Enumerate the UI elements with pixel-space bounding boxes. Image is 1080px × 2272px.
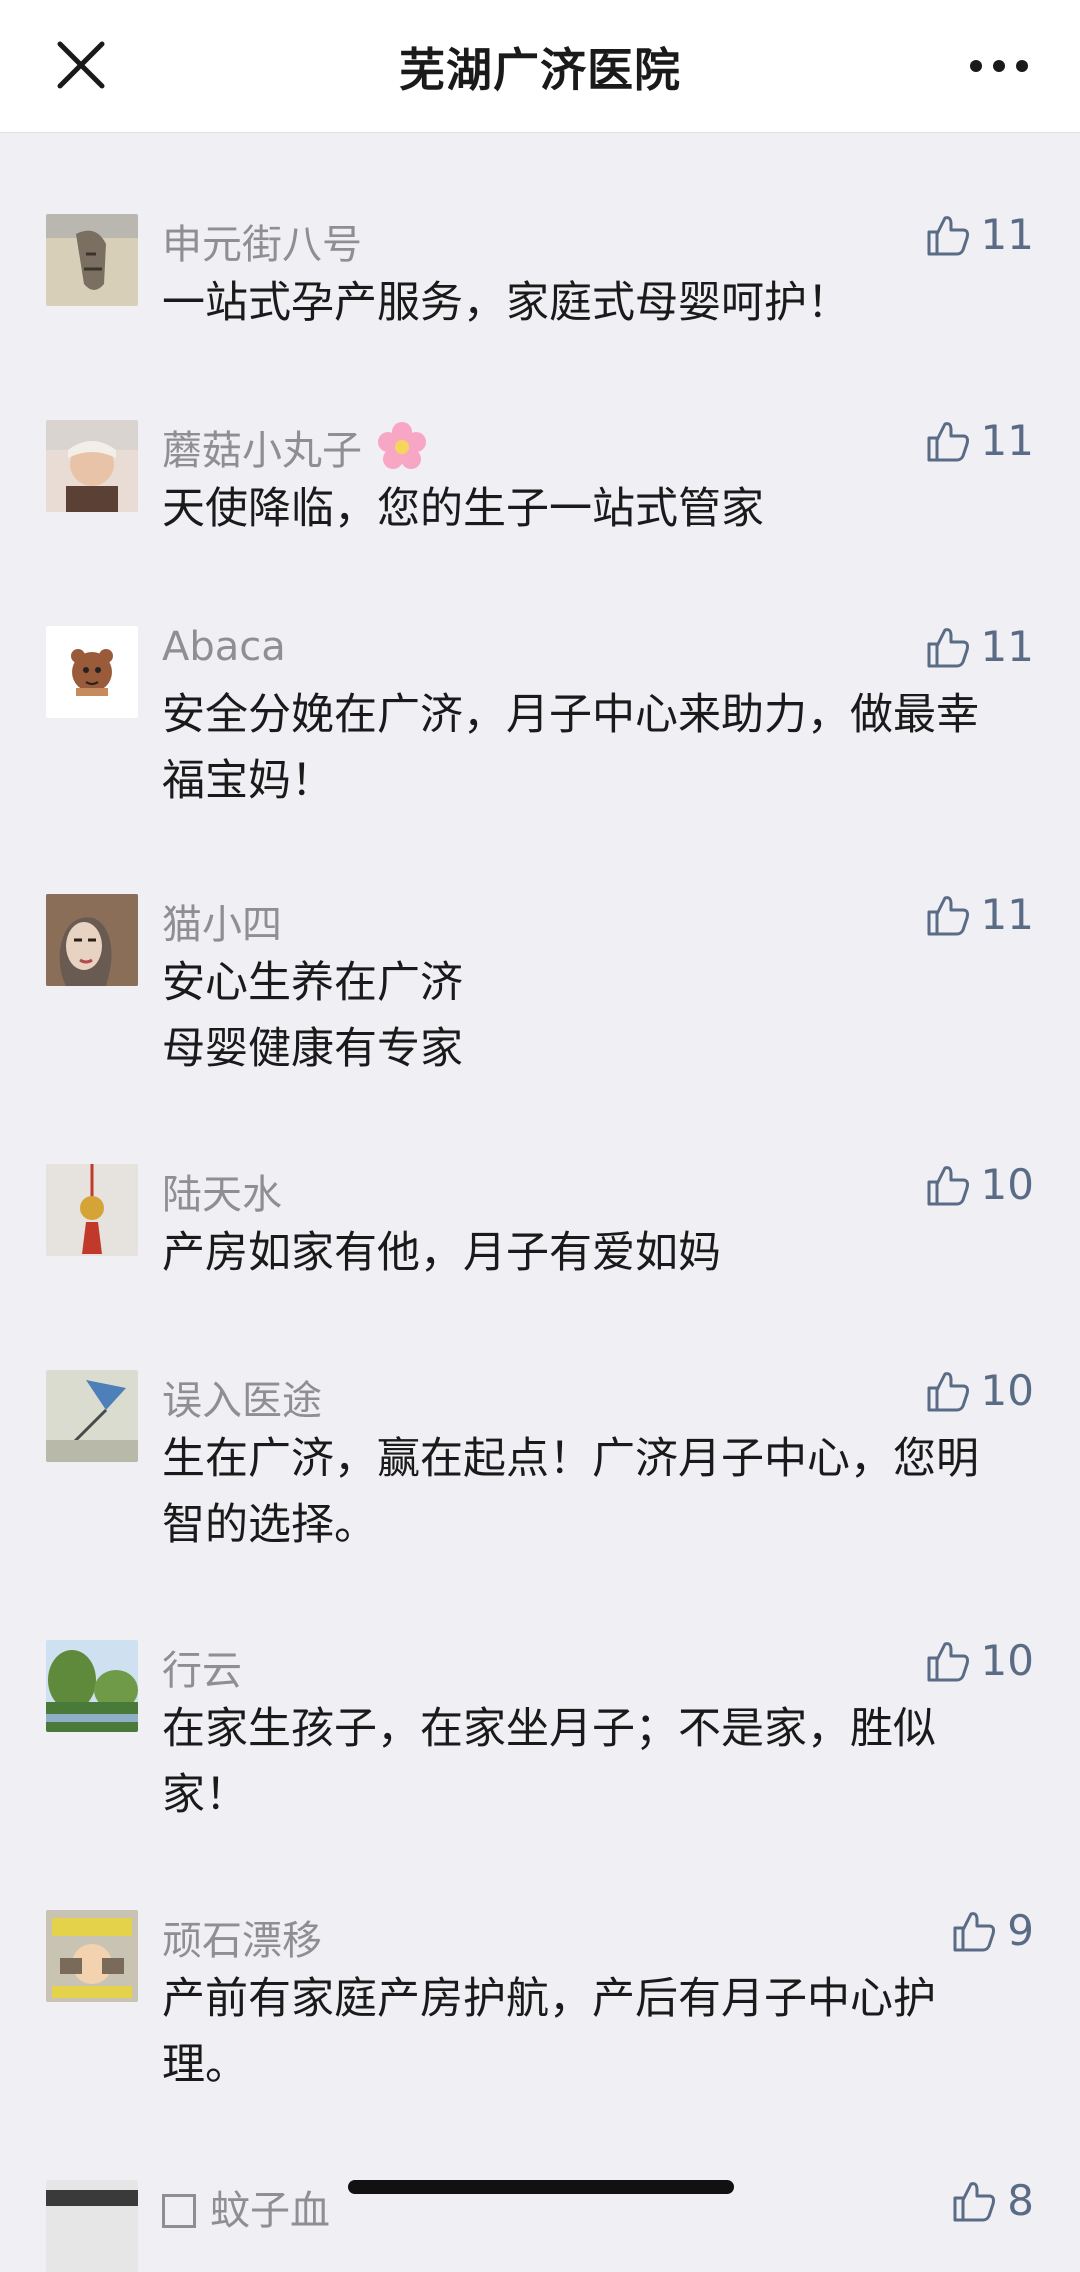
like-button[interactable]: 8	[951, 2176, 1034, 2225]
like-button[interactable]: 11	[925, 890, 1034, 939]
more-icon	[970, 60, 1028, 72]
like-count: 11	[980, 622, 1034, 671]
like-button[interactable]: 11	[925, 210, 1034, 259]
avatar[interactable]	[46, 626, 138, 718]
comment-nickname[interactable]: 顽石漂移	[162, 1908, 322, 1966]
comment-nickname[interactable]: 蚊子血	[162, 2178, 330, 2236]
thumbs-up-icon	[927, 1165, 969, 1205]
like-count: 10	[980, 1366, 1034, 1415]
avatar[interactable]	[46, 1910, 138, 2002]
comment-nickname[interactable]: 申元街八号	[162, 212, 362, 270]
comment-nickname[interactable]: 误入医途	[162, 1368, 322, 1426]
avatar[interactable]	[46, 894, 138, 986]
like-count: 11	[980, 210, 1034, 259]
avatar[interactable]	[46, 1164, 138, 1256]
like-button[interactable]: 9	[951, 1906, 1034, 1955]
like-count: 10	[980, 1160, 1034, 1209]
like-count: 11	[980, 416, 1034, 465]
thumbs-up-icon	[927, 1371, 969, 1411]
comment-nickname[interactable]: 蘑菇小丸子	[162, 418, 429, 476]
like-button[interactable]: 11	[925, 622, 1034, 671]
comment-text: 生在广济，赢在起点！广济月子中心，您明智的选择。	[162, 1434, 979, 1550]
comment-text: 产前有家庭产房护航，产后有月子中心护理。	[162, 1974, 936, 2090]
like-button[interactable]: 10	[925, 1160, 1034, 1209]
comment-text: 产房如家有他，月子有爱如妈	[162, 1228, 721, 1278]
like-button[interactable]: 10	[925, 1636, 1034, 1685]
avatar[interactable]	[46, 1370, 138, 1462]
thumbs-up-icon	[927, 1641, 969, 1681]
comment-text: 天使降临，您的生子一站式管家	[162, 484, 764, 534]
comment-nickname[interactable]: 陆天水	[162, 1162, 282, 1220]
avatar[interactable]	[46, 2180, 138, 2272]
comment-text: 一站式孕产服务，家庭式母婴呵护！	[162, 278, 850, 328]
avatar[interactable]	[46, 420, 138, 512]
page-title: 芜湖广济医院	[399, 43, 681, 97]
thumbs-up-icon	[927, 215, 969, 255]
like-count: 10	[980, 1636, 1034, 1685]
like-count: 11	[980, 890, 1034, 939]
like-button[interactable]: 10	[925, 1366, 1034, 1415]
like-count: 8	[1007, 2176, 1034, 2225]
comment-text: 安全分娩在广济，月子中心来助力，做最幸福宝妈！	[162, 690, 979, 806]
more-button[interactable]	[966, 40, 1032, 92]
thumbs-up-icon	[953, 2181, 996, 2221]
comment-nickname[interactable]: 行云	[162, 1638, 242, 1696]
comment-nickname[interactable]: Abaca	[162, 624, 286, 670]
flower-emoji-icon	[377, 422, 426, 469]
checkbox-icon	[162, 2194, 196, 2228]
comment-text: 在家生孩子，在家坐月子；不是家，胜似家！	[162, 1704, 936, 1820]
thumbs-up-icon	[927, 421, 969, 461]
home-indicator[interactable]	[348, 2180, 734, 2194]
comment-text: 安心生养在广济 母婴健康有专家	[162, 958, 463, 1074]
like-count: 9	[1007, 1906, 1034, 1955]
comment-nickname[interactable]: 猫小四	[162, 892, 282, 950]
like-button[interactable]: 11	[925, 416, 1034, 465]
avatar[interactable]	[46, 1640, 138, 1732]
thumbs-up-icon	[927, 895, 969, 935]
thumbs-up-icon	[953, 1911, 996, 1951]
thumbs-up-icon	[927, 627, 969, 667]
avatar[interactable]	[46, 214, 138, 306]
top-bar: 芜湖广济医院	[0, 0, 1080, 133]
